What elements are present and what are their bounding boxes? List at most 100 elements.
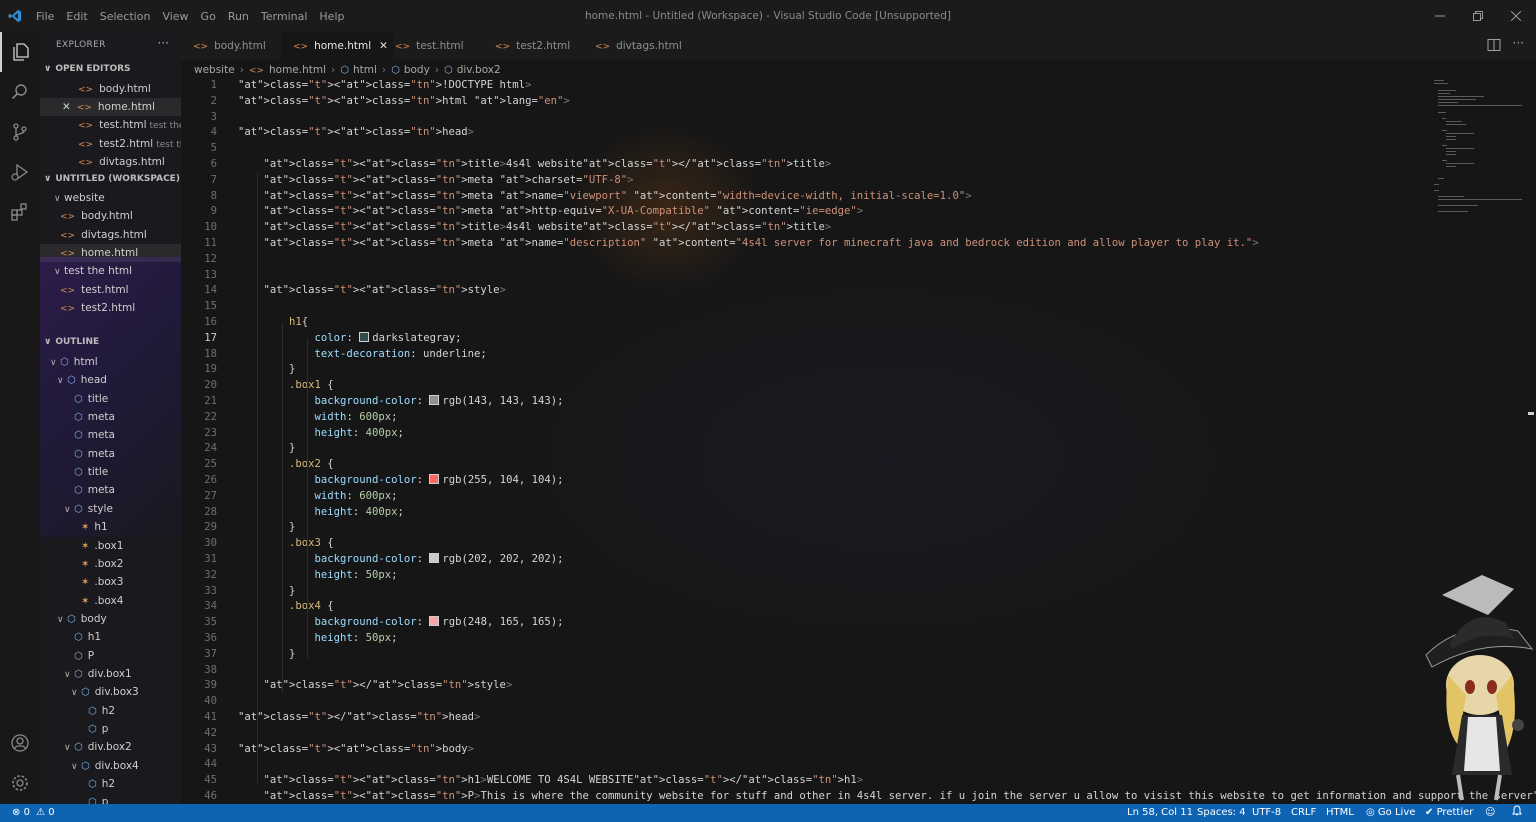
outline-item[interactable]: ⬡ meta (74, 481, 115, 499)
open-editor-item[interactable]: <> test.htmltest the... (40, 116, 181, 134)
open-editor-item[interactable]: <> body.html (40, 80, 181, 98)
outline-item[interactable]: ∨ ⬡ html (50, 353, 98, 371)
file-name: home.html (97, 101, 155, 114)
outline-item[interactable]: ⬡ meta (74, 445, 115, 463)
breadcrumb-item[interactable]: <> home.html (249, 64, 326, 76)
outline-item[interactable]: ∨ ⬡ div.box2 (64, 738, 132, 756)
outline-item[interactable]: ∨ ⬡ body (57, 610, 107, 628)
folder-item[interactable]: ∨ test the html (40, 262, 181, 280)
code-editor[interactable]: 1 "at">class="t"><"at">class="tn">!DOCTYP… (181, 78, 1536, 804)
indentation[interactable]: Spaces: 4 (1197, 804, 1246, 822)
breadcrumb-item[interactable]: ⬡ div.box2 (444, 64, 501, 76)
notifications-bell-icon[interactable] (1512, 804, 1522, 822)
element-cube-icon: ⬡ (340, 65, 349, 76)
explorer-icon[interactable] (0, 32, 40, 72)
search-icon[interactable] (0, 72, 40, 112)
outline-name: div.box4 (94, 759, 139, 772)
outline-item[interactable]: ✶ .box3 (81, 573, 123, 591)
close-editor-icon[interactable]: ✕ (62, 101, 71, 113)
code-line: } (238, 442, 296, 455)
outline-name: meta (87, 429, 115, 442)
language-mode[interactable]: HTML (1326, 804, 1354, 822)
tab-divtags-html[interactable]: <> divtags.html (583, 32, 695, 60)
outline-item[interactable]: ⬡ meta (74, 408, 115, 426)
feedback-icon[interactable]: ☺ (1485, 804, 1495, 822)
folder-item[interactable]: ∨ website (40, 189, 181, 207)
outline-item[interactable]: ∨ ⬡ div.box4 (71, 757, 139, 775)
menu-item-view[interactable]: View (156, 10, 194, 23)
problems-indicator[interactable]: ⊗ 0 ⚠ 0 (12, 804, 55, 822)
outline-item[interactable]: ⬡ h1 (74, 628, 101, 646)
open-editor-item[interactable]: <> divtags.html (40, 153, 181, 171)
extensions-icon[interactable] (0, 192, 40, 232)
outline-item[interactable]: ⬡ P (74, 647, 94, 665)
color-swatch[interactable] (429, 474, 440, 484)
file-item[interactable]: <> body.html (40, 207, 181, 225)
breadcrumb-item[interactable]: ⬡ html (340, 64, 377, 76)
color-swatch[interactable] (359, 331, 370, 342)
outline-item[interactable]: ⬡ title (74, 463, 108, 481)
menu-item-file[interactable]: File (30, 10, 60, 23)
element-cube-icon: ⬡ (391, 65, 400, 76)
breadcrumb-item[interactable]: ⬡ body (391, 64, 430, 76)
tab-test-html[interactable]: <> test.html (383, 32, 495, 60)
source-control-icon[interactable] (0, 112, 40, 152)
color-swatch[interactable] (429, 395, 440, 405)
cursor-position[interactable]: Ln 58, Col 11 (1127, 804, 1193, 822)
menu-item-run[interactable]: Run (222, 10, 255, 23)
outline-section[interactable]: ∨ OUTLINE (44, 337, 99, 347)
outline-item[interactable]: ✶ .box1 (81, 537, 123, 555)
open-editors-section[interactable]: ∨ OPEN EDITORS (44, 64, 131, 74)
file-item[interactable]: <> home.html (40, 243, 181, 262)
run-debug-icon[interactable] (0, 152, 40, 192)
open-editor-item[interactable]: ✕ <> home.html (40, 98, 181, 117)
outline-item[interactable]: ⬡ p (88, 720, 108, 738)
menu-item-selection[interactable]: Selection (94, 10, 157, 23)
file-item[interactable]: <> test2.html (40, 299, 181, 317)
menu-item-terminal[interactable]: Terminal (255, 10, 314, 23)
go-live-button[interactable]: ◎ Go Live (1366, 804, 1415, 822)
outline-item[interactable]: ∨ ⬡ style (64, 500, 113, 518)
editor-more-actions-icon[interactable]: ··· (1513, 36, 1524, 50)
account-icon[interactable] (0, 723, 40, 763)
chevron-down-icon: ∨ (57, 376, 64, 387)
file-item[interactable]: <> test.html (40, 281, 181, 299)
code-line: background-color: rgb(255, 104, 104); (314, 474, 564, 486)
outline-item[interactable]: ⬡ meta (74, 426, 115, 444)
outline-item[interactable]: ∨ ⬡ div.box1 (64, 665, 132, 683)
outline-item[interactable]: ⬡ p (88, 793, 108, 804)
outline-item[interactable]: ∨ ⬡ head (57, 371, 107, 389)
minimap[interactable] (1432, 78, 1522, 218)
restore-icon[interactable] (1459, 0, 1497, 32)
encoding[interactable]: UTF-8 (1252, 804, 1281, 822)
outline-item[interactable]: ✶ h1 (81, 518, 108, 536)
menu-item-go[interactable]: Go (195, 10, 222, 23)
color-swatch[interactable] (429, 616, 440, 627)
prettier-button[interactable]: ✔ Prettier (1425, 804, 1473, 822)
outline-item[interactable]: ✶ .box2 (81, 555, 123, 573)
settings-gear-icon[interactable] (0, 763, 40, 803)
more-actions-icon[interactable]: ··· (158, 36, 169, 50)
minimize-icon[interactable] (1421, 0, 1459, 32)
outline-item[interactable]: ✶ .box4 (81, 592, 123, 610)
open-editor-item[interactable]: <> test2.htmltest th... (40, 135, 181, 153)
close-icon[interactable] (1497, 0, 1535, 32)
line-ending[interactable]: CRLF (1291, 804, 1316, 822)
html-file-icon: <> (60, 248, 76, 259)
menu-item-edit[interactable]: Edit (60, 10, 93, 23)
workspace-section[interactable]: ∨ UNTITLED (WORKSPACE) (44, 174, 180, 184)
breadcrumb-item[interactable]: website (194, 64, 235, 76)
outline-item[interactable]: ∨ ⬡ div.box3 (71, 683, 139, 701)
tab-home-html[interactable]: <> home.html ✕ (281, 32, 393, 60)
tab-body-html[interactable]: <> body.html (181, 32, 293, 60)
explorer-title: EXPLORER (56, 40, 106, 50)
outline-item[interactable]: ⬡ h2 (88, 702, 115, 720)
tab-test2-html[interactable]: <> test2.html (483, 32, 595, 60)
split-editor-icon[interactable] (1487, 38, 1501, 52)
outline-item[interactable]: ⬡ h2 (88, 775, 115, 793)
outline-item[interactable]: ⬡ title (74, 390, 108, 408)
menu-item-help[interactable]: Help (313, 10, 350, 23)
scrollbar-thumb[interactable] (1528, 412, 1534, 415)
color-swatch[interactable] (429, 553, 440, 563)
file-item[interactable]: <> divtags.html (40, 226, 181, 244)
